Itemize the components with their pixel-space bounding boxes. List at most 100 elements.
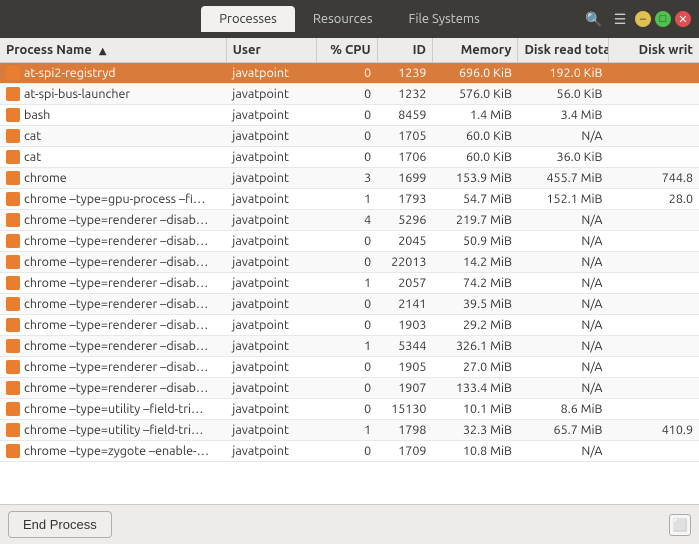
table-row[interactable]: chrome –type=renderer –disab…javatpoint1… <box>0 273 699 294</box>
process-icon <box>6 108 20 122</box>
process-user-cell: javatpoint <box>226 273 317 294</box>
process-user-cell: javatpoint <box>226 189 317 210</box>
process-disk-read-cell: N/A <box>518 336 609 357</box>
col-header-memory[interactable]: Memory <box>432 38 517 63</box>
table-row[interactable]: chrome –type=renderer –disab…javatpoint0… <box>0 231 699 252</box>
menubar: Processes Resources File Systems 🔍 ☰ – □… <box>0 0 699 38</box>
process-icon <box>6 339 20 353</box>
search-button[interactable]: 🔍 <box>583 8 605 30</box>
process-name-text: chrome –type=utility –field-tri… <box>24 402 203 416</box>
menubar-tabs: Processes Resources File Systems <box>201 6 497 32</box>
status-icon[interactable]: ⬜ <box>669 514 691 536</box>
process-name-text: chrome –type=renderer –disab… <box>24 297 208 311</box>
process-icon <box>6 276 20 290</box>
table-row[interactable]: at-spi-bus-launcherjavatpoint01232576.0 … <box>0 84 699 105</box>
process-name-cell: chrome –type=renderer –disab… <box>0 210 226 231</box>
process-memory-cell: 10.1 MiB <box>432 399 517 420</box>
col-header-cpu[interactable]: % CPU <box>317 38 377 63</box>
process-user-cell: javatpoint <box>226 168 317 189</box>
window-minimize-button[interactable]: – <box>635 11 651 27</box>
process-name-cell: chrome –type=renderer –disab… <box>0 336 226 357</box>
table-row[interactable]: bashjavatpoint084591.4 MiB3.4 MiB <box>0 105 699 126</box>
table-row[interactable]: at-spi2-registrydjavatpoint01239696.0 Ki… <box>0 63 699 84</box>
col-header-disk-read[interactable]: Disk read tota <box>518 38 609 63</box>
table-row[interactable]: chrome –type=renderer –disab…javatpoint1… <box>0 336 699 357</box>
table-row[interactable]: catjavatpoint0170560.0 KiBN/A <box>0 126 699 147</box>
table-row[interactable]: chrome –type=renderer –disab…javatpoint0… <box>0 357 699 378</box>
process-disk-read-cell: 65.7 MiB <box>518 420 609 441</box>
process-memory-cell: 60.0 KiB <box>432 126 517 147</box>
process-disk-read-cell: 8.6 MiB <box>518 399 609 420</box>
process-disk-read-cell: 455.7 MiB <box>518 168 609 189</box>
process-disk-write-cell <box>608 357 699 378</box>
table-row[interactable]: chrome –type=renderer –disab…javatpoint4… <box>0 210 699 231</box>
process-name-cell: chrome –type=renderer –disab… <box>0 357 226 378</box>
process-name-cell: chrome –type=renderer –disab… <box>0 252 226 273</box>
window-close-button[interactable]: ✕ <box>675 11 691 27</box>
table-row[interactable]: chrome –type=utility –field-tri…javatpoi… <box>0 420 699 441</box>
process-disk-write-cell <box>608 399 699 420</box>
process-id-cell: 15130 <box>377 399 432 420</box>
table-body: at-spi2-registrydjavatpoint01239696.0 Ki… <box>0 63 699 462</box>
process-name-text: at-spi-bus-launcher <box>24 87 130 101</box>
process-disk-write-cell <box>608 126 699 147</box>
col-header-name[interactable]: Process Name ▲ <box>0 38 226 63</box>
process-id-cell: 1239 <box>377 63 432 84</box>
process-name-text: chrome –type=renderer –disab… <box>24 255 208 269</box>
process-cpu-cell: 0 <box>317 315 377 336</box>
table-row[interactable]: chrome –type=renderer –disab…javatpoint0… <box>0 378 699 399</box>
table-row[interactable]: chrome –type=renderer –disab…javatpoint0… <box>0 252 699 273</box>
process-table-wrapper: Process Name ▲ User % CPU ID Memory Disk… <box>0 38 699 504</box>
process-disk-write-cell <box>608 273 699 294</box>
table-row[interactable]: chrome –type=gpu-process –fi…javatpoint1… <box>0 189 699 210</box>
table-row[interactable]: chrome –type=renderer –disab…javatpoint0… <box>0 294 699 315</box>
process-id-cell: 1232 <box>377 84 432 105</box>
process-name-cell: chrome –type=zygote –enable-… <box>0 441 226 462</box>
process-memory-cell: 10.8 MiB <box>432 441 517 462</box>
table-header-row: Process Name ▲ User % CPU ID Memory Disk… <box>0 38 699 63</box>
tab-resources[interactable]: Resources <box>295 6 391 32</box>
process-disk-read-cell: 36.0 KiB <box>518 147 609 168</box>
end-process-button[interactable]: End Process <box>8 511 112 538</box>
process-name-text: at-spi2-registryd <box>24 66 116 80</box>
process-disk-write-cell <box>608 378 699 399</box>
process-memory-cell: 54.7 MiB <box>432 189 517 210</box>
col-header-disk-write[interactable]: Disk writ <box>608 38 699 63</box>
process-icon <box>6 423 20 437</box>
process-cpu-cell: 0 <box>317 399 377 420</box>
col-header-user[interactable]: User <box>226 38 317 63</box>
process-cpu-cell: 0 <box>317 105 377 126</box>
col-header-id[interactable]: ID <box>377 38 432 63</box>
process-disk-write-cell: 410.9 <box>608 420 699 441</box>
tab-processes[interactable]: Processes <box>201 6 295 32</box>
table-row[interactable]: catjavatpoint0170660.0 KiB36.0 KiB <box>0 147 699 168</box>
table-row[interactable]: chromejavatpoint31699153.9 MiB455.7 MiB7… <box>0 168 699 189</box>
process-name-text: chrome –type=renderer –disab… <box>24 339 208 353</box>
process-user-cell: javatpoint <box>226 210 317 231</box>
process-icon <box>6 234 20 248</box>
process-id-cell: 1905 <box>377 357 432 378</box>
process-disk-write-cell <box>608 105 699 126</box>
table-row[interactable]: chrome –type=zygote –enable-…javatpoint0… <box>0 441 699 462</box>
process-user-cell: javatpoint <box>226 357 317 378</box>
process-user-cell: javatpoint <box>226 84 317 105</box>
window-maximize-button[interactable]: □ <box>655 11 671 27</box>
tab-file-systems[interactable]: File Systems <box>391 6 498 32</box>
process-cpu-cell: 0 <box>317 126 377 147</box>
table-row[interactable]: chrome –type=utility –field-tri…javatpoi… <box>0 399 699 420</box>
process-cpu-cell: 0 <box>317 84 377 105</box>
process-disk-read-cell: N/A <box>518 126 609 147</box>
process-disk-write-cell <box>608 252 699 273</box>
process-name-cell: chrome –type=renderer –disab… <box>0 315 226 336</box>
process-disk-write-cell <box>608 210 699 231</box>
process-cpu-cell: 0 <box>317 378 377 399</box>
menu-button[interactable]: ☰ <box>609 8 631 30</box>
process-user-cell: javatpoint <box>226 420 317 441</box>
process-memory-cell: 27.0 MiB <box>432 357 517 378</box>
table-row[interactable]: chrome –type=renderer –disab…javatpoint0… <box>0 315 699 336</box>
process-name-text: chrome <box>24 171 67 185</box>
process-disk-read-cell: N/A <box>518 315 609 336</box>
process-name-cell: chrome –type=renderer –disab… <box>0 273 226 294</box>
process-id-cell: 1907 <box>377 378 432 399</box>
process-id-cell: 1706 <box>377 147 432 168</box>
